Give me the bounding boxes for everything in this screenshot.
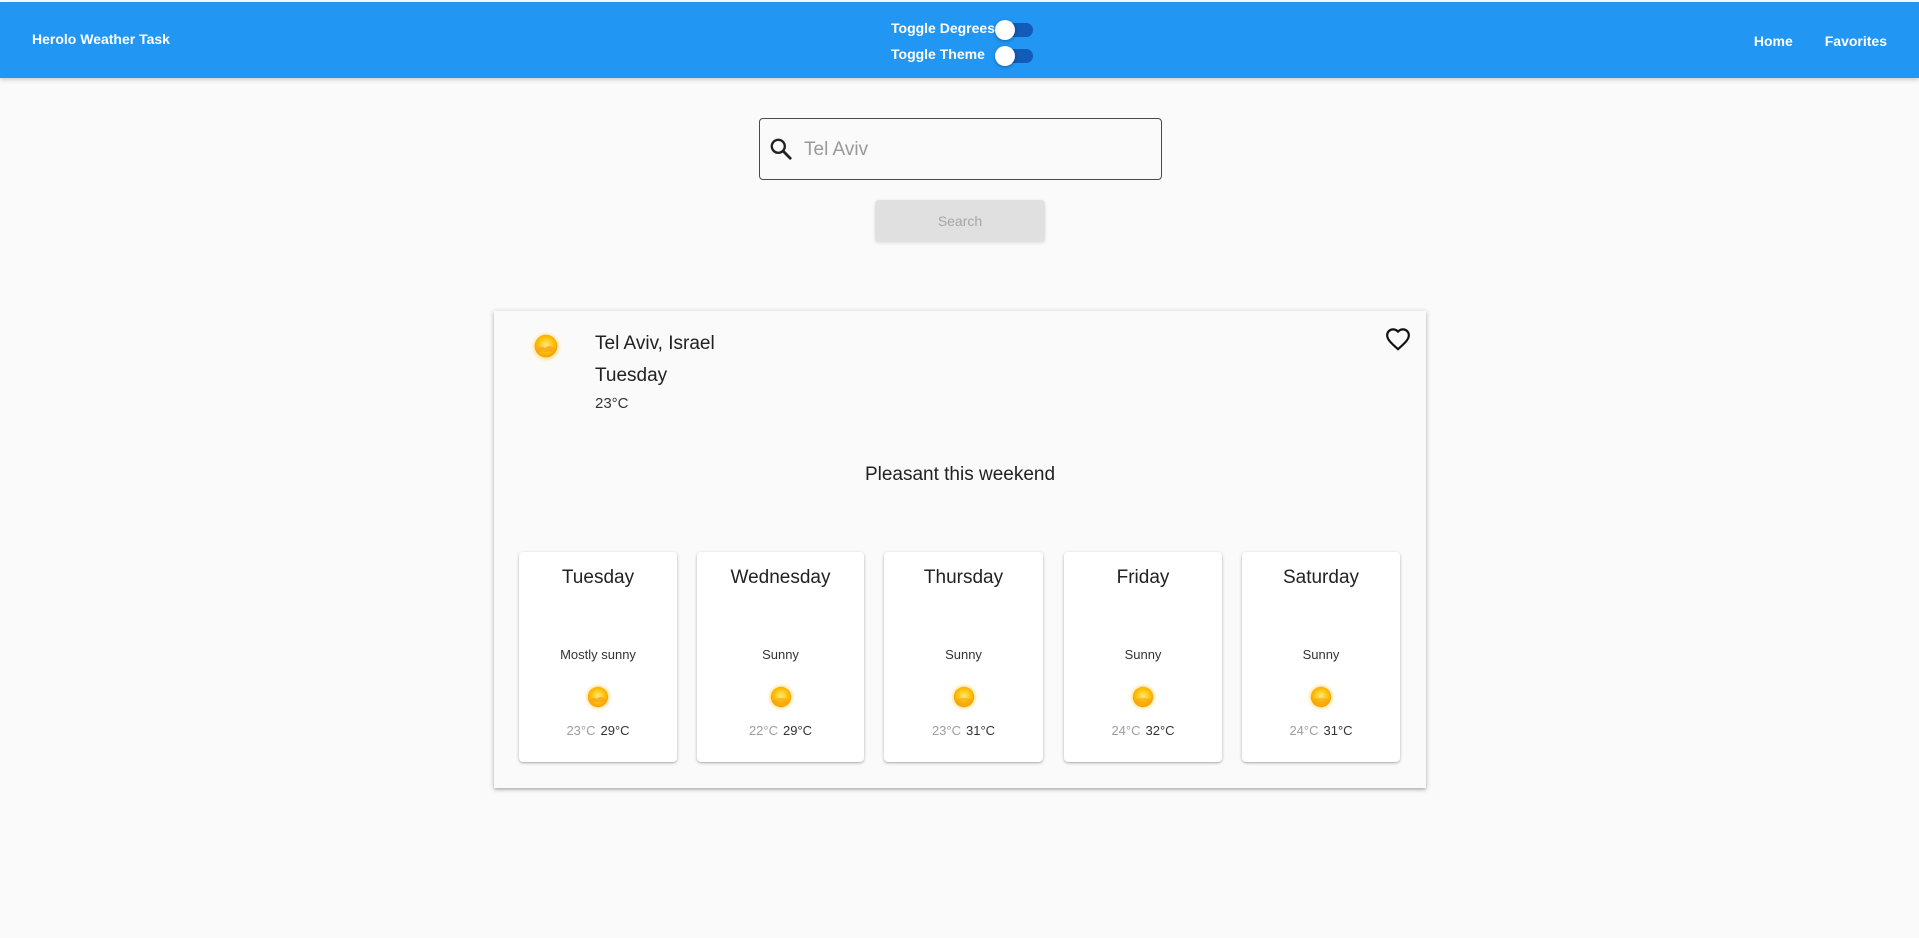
search-button[interactable]: Search [875, 200, 1045, 242]
forecast-condition: Mostly sunny [560, 647, 636, 662]
forecast-max-temp: 32°C [1145, 723, 1175, 738]
forecast-min-temp: 22°C [748, 723, 778, 738]
forecast-day-card: Friday Sunny 24°C 32°C [1064, 552, 1222, 762]
forecast-day-name: Saturday [1282, 567, 1360, 588]
sunny-icon [1305, 681, 1337, 713]
app-bar: Herolo Weather Task Toggle Degrees Toggl… [0, 2, 1919, 78]
forecast-max-temp: 31°C [1323, 723, 1353, 738]
current-city: Tel Aviv, Israel [595, 333, 715, 354]
forecast-min-temp: 23°C [566, 723, 596, 738]
forecast-max-temp: 31°C [966, 723, 996, 738]
forecast-day-name: Friday [1116, 567, 1170, 588]
toggle-theme-label: Toggle Theme [891, 46, 985, 62]
forecast-day-name: Tuesday [561, 567, 635, 588]
toggle-degrees-row: Toggle Degrees [891, 16, 1041, 42]
forecast-day-card: Thursday Sunny 23°C 31°C [884, 552, 1043, 762]
forecast-temperatures: 24°C 32°C [1064, 723, 1222, 738]
forecast-min-temp: 24°C [1111, 723, 1141, 738]
favorite-heart-icon[interactable] [1385, 327, 1411, 353]
forecast-max-temp: 29°C [783, 723, 813, 738]
mostly-sunny-icon [582, 681, 614, 713]
toggle-group: Toggle Degrees Toggle Theme [891, 16, 1041, 68]
toggle-theme-switch[interactable] [995, 45, 1035, 66]
forecast-day-card: Tuesday Mostly sunny 23°C 29°C [519, 552, 677, 762]
forecast-day-name: Wednesday [730, 567, 831, 588]
switch-thumb [995, 46, 1015, 66]
search-input[interactable] [804, 133, 1149, 167]
forecast-temperatures: 24°C 31°C [1242, 723, 1400, 738]
mostly-sunny-icon [528, 329, 564, 365]
main-nav: Home Favorites [1754, 33, 1887, 49]
forecast-min-temp: 24°C [1289, 723, 1319, 738]
forecast-temperatures: 23°C 29°C [519, 723, 677, 738]
weather-card: Tel Aviv, Israel Tuesday 23°C Pleasant t… [494, 311, 1426, 788]
forecast-temperatures: 22°C 29°C [697, 723, 864, 738]
forecast-day-name: Thursday [923, 567, 1004, 588]
nav-favorites-link[interactable]: Favorites [1825, 33, 1887, 49]
forecast-condition: Sunny [1302, 647, 1340, 662]
search-field[interactable] [759, 118, 1162, 180]
nav-home-link[interactable]: Home [1754, 33, 1793, 49]
sunny-icon [948, 681, 980, 713]
current-day: Tuesday [595, 365, 668, 386]
toggle-degrees-label: Toggle Degrees [891, 20, 995, 36]
forecast-day-card: Saturday Sunny 24°C 31°C [1242, 552, 1400, 762]
current-temperature: 23°C [595, 395, 629, 412]
sunny-icon [765, 681, 797, 713]
forecast-condition: Sunny [1124, 647, 1162, 662]
toggle-degrees-switch[interactable] [995, 19, 1035, 40]
search-icon [770, 138, 792, 160]
app-brand[interactable]: Herolo Weather Task [32, 31, 170, 47]
toggle-theme-row: Toggle Theme [891, 42, 1041, 68]
sunny-icon [1127, 681, 1159, 713]
switch-thumb [995, 20, 1015, 40]
forecast-condition: Sunny [945, 647, 982, 662]
forecast-temperatures: 23°C 31°C [884, 723, 1043, 738]
forecast-headline: Pleasant this weekend [864, 464, 1056, 485]
forecast-min-temp: 23°C [931, 723, 961, 738]
forecast-day-card: Wednesday Sunny 22°C 29°C [697, 552, 864, 762]
forecast-max-temp: 29°C [600, 723, 630, 738]
forecast-condition: Sunny [762, 647, 799, 662]
